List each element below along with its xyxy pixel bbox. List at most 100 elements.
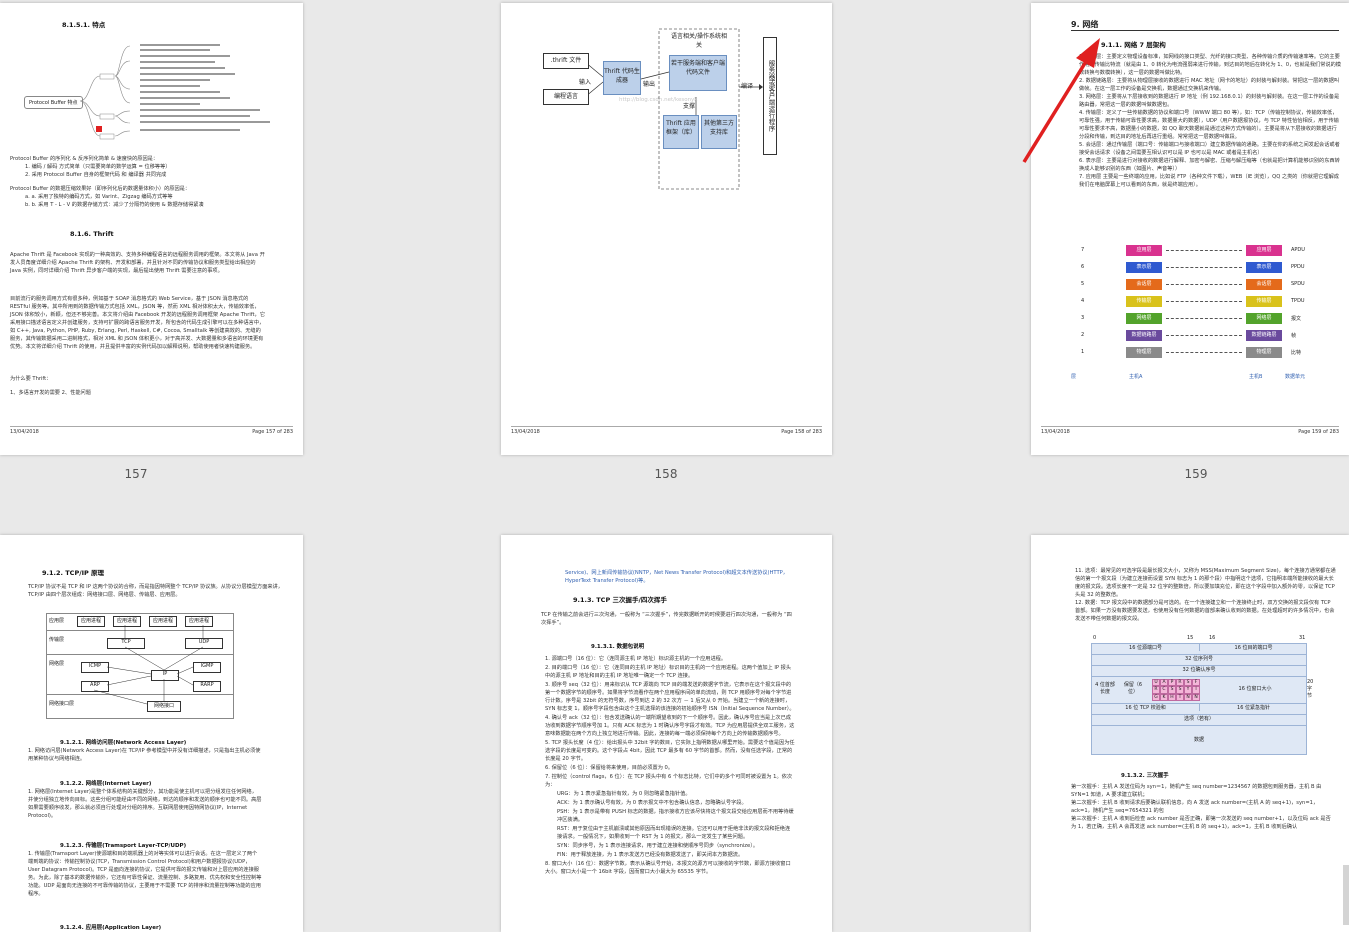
osi-layer-number: 6 xyxy=(1081,264,1085,270)
footer-page: Page 159 of 283 xyxy=(1298,429,1339,435)
lang-related-label: 语言相关/操作系统相关 xyxy=(670,33,728,49)
tcp-flag-cell: Y xyxy=(1184,686,1192,694)
tcpip-arrows xyxy=(93,625,204,705)
osi-layer-host-b: 数据链路层 xyxy=(1246,330,1282,341)
osi-item-5: 5. 会话层：通过传输层（端口号：传输端口与接收端口）建立数据传输的通路。主要在… xyxy=(1079,142,1340,156)
tcp-field-item: 8. 窗口大小（16 位）：数据字节数，表示从确认号开始，本报文的源方可以接收的… xyxy=(545,861,791,875)
tcp-flag-cell: R xyxy=(1152,686,1160,694)
tcp-field-item: PSH：为 1 表示是带有 PUSH 标志的数据，指示接收方应该尽快将这个报文段… xyxy=(557,809,794,823)
tcp-fields: 1. 源端口号（16 位）：它（连同源主机 IP 地址）标识源主机的一个应用进程… xyxy=(545,655,795,877)
tcp-intro: TCP 在传输之前会进行三次沟通，一般称为 “三次握手”，传完数据断开的时候要进… xyxy=(541,612,792,626)
subsection-1-text: 1. 网络访问层(Network Access Layer)在 TCP/IP 参… xyxy=(28,748,261,762)
osi-bottom-label: 主机A xyxy=(1129,374,1143,380)
tcp-flag-cell: N xyxy=(1192,693,1200,701)
flag-grid: UAPRSFRCSSYIGKHTNN xyxy=(1152,679,1200,701)
osi-item-2: 2. 数据链路层：主要将从物理层接收的数据进行 MAC 地址（网卡的地址）的封装… xyxy=(1079,78,1340,92)
handshake-text: 第一次握手：主机 A 发送位码为 syn＝1，随机产生 seq number=1… xyxy=(1071,783,1331,831)
tcp-field-item: 5. TCP 报头长度（4 位）：给出报头中 32bit 字的数目，它实际上指明… xyxy=(545,740,795,762)
thrift-para-1: Apache Thrift 是 Facebook 实现的一种高效的、支持多种编程… xyxy=(10,252,265,274)
osi-layer-number: 3 xyxy=(1081,315,1085,321)
page-number-158: 158 xyxy=(654,467,678,481)
bytes-label: 20 字节 xyxy=(1307,679,1314,699)
option-item-12: 12. 数据：TCP 报文段中的数据部分是可选的。在一个连接建立和一个连接终止时… xyxy=(1075,600,1335,622)
ack-row: 32 位确认序号 xyxy=(1092,666,1306,677)
page-footer: 13/04/2018 Page 159 of 283 xyxy=(1041,426,1339,435)
page-162[interactable]: 11. 选项：最常见的可选字段是最长报文大小，又称为 MSS(Maximum S… xyxy=(1031,535,1349,932)
osi-bottom-label: 层 xyxy=(1071,374,1077,380)
thrift-file-box: .thrift 文件 xyxy=(543,53,589,69)
subsection-3-text: 1. 传输层(Tramsport Layer)使源端和目的端机器上的对等实体可以… xyxy=(28,851,262,897)
tcp-field-item: RST：用于复位由于主机崩溃或其他原因而出现错误的连接。它还可以用于拒绝非法的报… xyxy=(557,826,791,840)
line-2: 1. 编码 / 解码 方式简单（只需要简单的数学运算 = 位移等等） xyxy=(25,164,171,170)
tcp-flag-cell: R xyxy=(1176,679,1184,687)
page-158[interactable]: .thrift 文件 编程语言 输入 Thrift 代码生成器 输出 语言相关/… xyxy=(501,3,832,455)
osi-peer-line xyxy=(1166,318,1242,319)
subsection-1: 9.1.2.1. 网络访问层(Network Access Layer) xyxy=(60,740,187,746)
output-label: 输出 xyxy=(643,81,656,88)
tcpip-diagram: 应用层 传输层 网络层 网络接口层 应用进程 应用进程 应用进程 应用进程 TC… xyxy=(46,613,234,719)
page-157[interactable]: 8.1.5.1. 特点 Protocol Buffer 特点 Protocol … xyxy=(0,3,303,455)
osi-pdu-label: 帧 xyxy=(1291,333,1297,339)
bit-0: 0 xyxy=(1093,635,1097,641)
dst-port: 16 位目的端口号 xyxy=(1199,644,1307,651)
subsection-title: 9.1.3.1. 数据包说明 xyxy=(591,644,645,650)
section-title: 9.1.1. 网络 7 层架构 xyxy=(1101,41,1166,49)
chapter-rule xyxy=(1071,30,1339,31)
section-title: 9.1.2. TCP/IP 原理 xyxy=(42,569,105,577)
options-row: 选项（若有） xyxy=(1092,715,1306,726)
section-title: 8.1.5.1. 特点 xyxy=(62,21,106,29)
osi-layer-host-b: 应用层 xyxy=(1246,245,1282,256)
tcp-field-item: 3. 顺序号 seq（32 位）：用来标识从 TCP 源端向 TCP 目的端发送… xyxy=(545,682,795,712)
osi-layer-host-b: 网络层 xyxy=(1246,313,1282,324)
page-footer: 13/04/2018 Page 158 of 283 xyxy=(511,426,822,435)
page-160[interactable]: 9.1.2. TCP/IP 原理 TCP/IP 协议不是 TCP 和 IP 这两… xyxy=(0,535,303,932)
line-1: Protocol Buffer 的序列化 & 反序列化简单 & 速度快的原因是： xyxy=(10,156,159,162)
bit-15: 15 xyxy=(1187,635,1194,641)
handshake-2: 第二次握手：主机 B 收到请求后要确认联机信息，向 A 发送 ack numbe… xyxy=(1071,800,1319,814)
urgent-pointer: 16 位紧急指针 xyxy=(1199,704,1307,711)
tcp-field-item: SYN：同步序号，为 1 表示连接请求，用于建立连接和使顺序号同步（synchr… xyxy=(557,843,759,849)
pb-text-block: Protocol Buffer 的序列化 & 反序列化简单 & 速度快的原因是：… xyxy=(10,155,295,209)
bit-16: 16 xyxy=(1209,635,1216,641)
osi-list: 1. 物理层：主要定义物理设备标准，如网线的接口类型、光纤的接口类型、各种传输介… xyxy=(1079,53,1341,189)
thrift-lib-box: Thrift 应用框架（库） xyxy=(663,115,699,149)
osi-peer-line xyxy=(1166,335,1242,336)
tcp-flag-cell: U xyxy=(1152,679,1160,687)
osi-item-6: 6. 表示层：主要是进行对接收的数据进行解释、加密与解密、压缩与解压缩等（也就是… xyxy=(1079,158,1340,172)
tcp-field-item: 7. 控制位（control flags，6 位）：在 TCP 报头中有 6 个… xyxy=(545,774,793,788)
footer-date: 13/04/2018 xyxy=(511,429,540,435)
subsection-2: 9.1.2.2. 网络层(Internet Layer) xyxy=(60,781,152,787)
osi-layer-host-a: 数据链路层 xyxy=(1126,330,1162,341)
osi-layer-host-b: 表示层 xyxy=(1246,262,1282,273)
data-row: 数据 xyxy=(1193,737,1204,743)
thrift-diagram: .thrift 文件 编程语言 输入 Thrift 代码生成器 输出 语言相关/… xyxy=(541,27,831,207)
osi-item-4: 4. 传输层：定义了一些传输数据的协议和端口号（WWW 端口 80 等），如：T… xyxy=(1079,110,1339,140)
osi-pdu-label: APDU xyxy=(1291,247,1305,253)
tcp-field-item: 1. 源端口号（16 位）：它（连同源主机 IP 地址）标识源主机的一个应用进程… xyxy=(545,656,727,662)
footer-page: Page 158 of 283 xyxy=(781,429,822,435)
src-port: 16 位源端口号 xyxy=(1129,645,1162,651)
osi-layer-host-b: 传输层 xyxy=(1246,296,1282,307)
section-title: 9.1.3. TCP 三次握手/四次挥手 xyxy=(573,596,667,604)
tcp-flag-cell: A xyxy=(1160,679,1168,687)
scrollbar-thumb[interactable] xyxy=(1343,865,1349,925)
tcp-field-item: 6. 保留位（6 位）：保留给将来使用，目前必须置为 0。 xyxy=(545,765,674,771)
footer-date: 13/04/2018 xyxy=(10,429,39,435)
thrift-para-2: 目前流行的服务调用方式有很多种，例如基于 SOAP 消息格式的 Web Serv… xyxy=(10,296,265,350)
checksum: 16 位 TCP 校验和 xyxy=(1125,705,1166,711)
thrift-heading: 8.1.6. Thrift xyxy=(70,230,114,238)
header-length: 4 位首部长度 xyxy=(1095,682,1115,695)
osi-layer-host-a: 物理层 xyxy=(1126,347,1162,358)
page-161[interactable]: Service)、网上新闻传输协议(NNTP，Net News Transfer… xyxy=(501,535,832,932)
osi-pdu-label: 报文 xyxy=(1291,316,1302,322)
runtime-box: 服务器或客户端运行程序 xyxy=(763,37,777,155)
page-159[interactable]: 9. 网络 9.1.1. 网络 7 层架构 1. 物理层：主要定义物理设备标准，… xyxy=(1031,3,1349,455)
page-number-157: 157 xyxy=(124,467,148,481)
osi-layer-number: 1 xyxy=(1081,349,1085,355)
tcp-field-item: 4. 确认号 ack（32 位）：包含发送确认的一端所期望收到的下一个顺序号。因… xyxy=(545,715,795,737)
footer-page: Page 157 of 283 xyxy=(252,429,293,435)
tcpip-intro: TCP/IP 协议不是 TCP 和 IP 这两个协议的合称，而是指因特网整个 T… xyxy=(28,584,283,598)
osi-peer-line xyxy=(1166,250,1242,251)
mindmap: Protocol Buffer 特点 xyxy=(20,41,290,141)
osi-peer-line xyxy=(1166,301,1242,302)
